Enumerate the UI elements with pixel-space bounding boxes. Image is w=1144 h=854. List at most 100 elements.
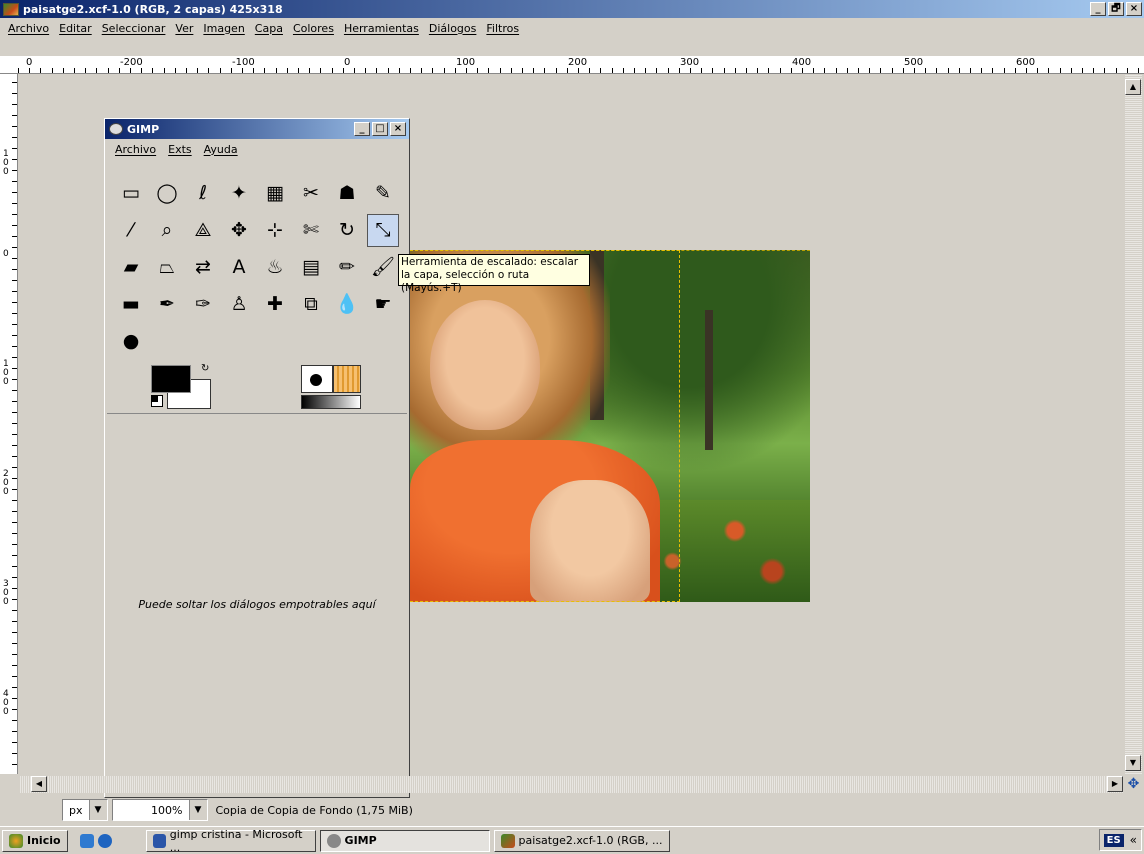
toolbox-menu-archivo[interactable]: Archivo xyxy=(115,143,156,156)
foreground-color-swatch[interactable] xyxy=(151,365,191,393)
paintbrush-tool-icon[interactable]: 🖌 xyxy=(365,249,401,286)
foreground-select-tool-icon[interactable]: ☗ xyxy=(329,175,365,212)
menu-colores[interactable]: Colores xyxy=(288,22,339,35)
perspective-tool-icon[interactable]: ⏢ xyxy=(149,249,185,286)
language-indicator[interactable]: ES xyxy=(1103,833,1124,847)
ruler-label: 0 xyxy=(344,57,351,68)
toolbox-menu-ayuda[interactable]: Ayuda xyxy=(204,143,238,156)
gradient-selector[interactable] xyxy=(301,395,361,409)
maximize-button[interactable]: 🗗 xyxy=(1108,2,1124,16)
menu-dialogos[interactable]: Diálogos xyxy=(424,22,482,35)
measure-tool-icon[interactable]: ⟁ xyxy=(185,212,221,249)
ruler-tick xyxy=(12,676,17,677)
scissors-tool-icon[interactable]: ✂ xyxy=(293,175,329,212)
blend-tool-icon[interactable]: ▤ xyxy=(293,249,329,286)
dock-hint-text: Puede soltar los diálogos empotrables aq… xyxy=(138,598,376,611)
scroll-left-button[interactable]: ◀ xyxy=(31,776,47,792)
menu-editar[interactable]: Editar xyxy=(54,22,97,35)
text-tool-icon[interactable]: A xyxy=(221,249,257,286)
ruler-tick xyxy=(354,68,355,73)
fuzzy-select-tool-icon[interactable]: ✦ xyxy=(221,175,257,212)
ruler-tick xyxy=(466,68,467,73)
pattern-selector[interactable] xyxy=(333,365,361,393)
ruler-tick xyxy=(287,68,288,73)
brush-selector[interactable] xyxy=(301,365,333,393)
pencil-tool-icon[interactable]: ✏ xyxy=(329,249,365,286)
menu-seleccionar[interactable]: Seleccionar xyxy=(97,22,171,35)
menu-archivo[interactable]: Archivo xyxy=(3,22,54,35)
ruler-tick xyxy=(388,68,389,73)
window-titlebar[interactable]: paisatge2.xcf-1.0 (RGB, 2 capas) 425x318… xyxy=(0,0,1144,18)
window-title: paisatge2.xcf-1.0 (RGB, 2 capas) 425x318 xyxy=(23,2,283,16)
ruler-tick xyxy=(600,68,601,73)
paths-tool-icon[interactable]: ✎ xyxy=(365,175,401,212)
move-tool-icon[interactable]: ✥ xyxy=(221,212,257,249)
swap-colors-icon[interactable]: ↻ xyxy=(201,363,209,374)
heal-tool-icon[interactable]: ✚ xyxy=(257,286,293,323)
ruler-tick xyxy=(12,148,17,149)
align-tool-icon[interactable]: ⊹ xyxy=(257,212,293,249)
zoom-tool-icon[interactable]: ⌕ xyxy=(149,212,185,249)
ruler-tick xyxy=(12,577,17,578)
smudge-tool-icon[interactable]: ☛ xyxy=(365,286,401,323)
ruler-tick xyxy=(12,665,17,666)
ruler-tick xyxy=(12,181,17,182)
taskbar-item-word[interactable]: gimp cristina - Microsoft ... xyxy=(145,828,316,854)
internet-explorer-icon[interactable] xyxy=(97,833,112,848)
menu-ver[interactable]: Ver xyxy=(170,22,198,35)
toolbox-minimize-button[interactable]: _ xyxy=(354,122,370,136)
taskbar-item-gimp[interactable]: GIMP xyxy=(319,829,490,852)
ruler-tick xyxy=(992,68,993,73)
horizontal-ruler[interactable]: 0 -200 -100 0 100 200 300 400 500 600 xyxy=(0,56,1144,74)
ruler-tick xyxy=(12,104,17,105)
scroll-up-button[interactable]: ▲ xyxy=(1125,79,1141,95)
menu-capa[interactable]: Capa xyxy=(250,22,288,35)
vertical-scrollbar[interactable]: ▲ ▼ xyxy=(1125,75,1142,775)
toolbox-close-button[interactable]: × xyxy=(390,122,406,136)
close-button[interactable]: × xyxy=(1126,2,1142,16)
clone-tool-icon[interactable]: ♙ xyxy=(221,286,257,323)
toolbox-maximize-button[interactable]: □ xyxy=(372,122,388,136)
toolbox-menu-exts[interactable]: Exts xyxy=(168,143,192,156)
scale-tool-icon[interactable]: ⤡ xyxy=(367,214,399,247)
crop-tool-icon[interactable]: ✄ xyxy=(293,212,329,249)
ellipse-select-tool-icon[interactable]: ◯ xyxy=(149,175,185,212)
scroll-down-button[interactable]: ▼ xyxy=(1125,755,1141,771)
menu-imagen[interactable]: Imagen xyxy=(198,22,249,35)
perspective-clone-tool-icon[interactable]: ⧉ xyxy=(293,286,329,323)
menu-filtros[interactable]: Filtros xyxy=(481,22,524,35)
word-document-icon xyxy=(152,833,166,848)
ruler-tick xyxy=(12,247,17,248)
rect-select-tool-icon[interactable]: ▭ xyxy=(113,175,149,212)
minimize-button[interactable]: _ xyxy=(1090,2,1106,16)
airbrush-tool-icon[interactable]: ✒ xyxy=(149,286,185,323)
firefox-icon[interactable] xyxy=(79,833,94,848)
ruler-tick xyxy=(197,68,198,73)
select-by-color-tool-icon[interactable]: ▦ xyxy=(257,175,293,212)
bucket-fill-tool-icon[interactable]: ♨ xyxy=(257,249,293,286)
toolbox-titlebar[interactable]: GIMP _ □ × xyxy=(105,119,409,139)
taskbar-item-image[interactable]: paisatge2.xcf-1.0 (RGB, ... xyxy=(493,829,670,852)
flip-tool-icon[interactable]: ⇄ xyxy=(185,249,221,286)
ink-tool-icon[interactable]: ✑ xyxy=(185,286,221,323)
start-button[interactable]: Inicio xyxy=(2,829,68,852)
rotate-tool-icon[interactable]: ↻ xyxy=(329,212,365,249)
dodge-burn-tool-icon[interactable]: ● xyxy=(113,323,149,360)
vertical-ruler[interactable]: 100 0 100 200 300 400 xyxy=(0,74,18,774)
color-picker-tool-icon[interactable]: ⁄ xyxy=(113,212,149,249)
horizontal-scrollbar[interactable]: ◀ ▶ xyxy=(19,776,1124,793)
expand-tray-icon[interactable]: « xyxy=(1130,833,1137,847)
scroll-right-button[interactable]: ▶ xyxy=(1107,776,1123,792)
unit-selector[interactable]: px ▼ xyxy=(62,799,108,821)
menu-herramientas[interactable]: Herramientas xyxy=(339,22,424,35)
shear-tool-icon[interactable]: ▰ xyxy=(113,249,149,286)
blur-sharpen-tool-icon[interactable]: 💧 xyxy=(329,286,365,323)
free-select-tool-icon[interactable]: ℓ xyxy=(185,175,221,212)
dock-drop-area[interactable]: Puede soltar los diálogos empotrables aq… xyxy=(107,413,407,795)
eraser-tool-icon[interactable]: ▬ xyxy=(113,286,149,323)
ruler-tick xyxy=(432,68,433,73)
navigate-icon[interactable]: ✥ xyxy=(1125,776,1142,793)
reset-colors-icon[interactable] xyxy=(151,395,163,407)
statusbar: px ▼ 100% ▼ Copia de Copia de Fondo (1,7… xyxy=(0,796,1144,824)
zoom-selector[interactable]: 100% ▼ xyxy=(111,799,208,821)
